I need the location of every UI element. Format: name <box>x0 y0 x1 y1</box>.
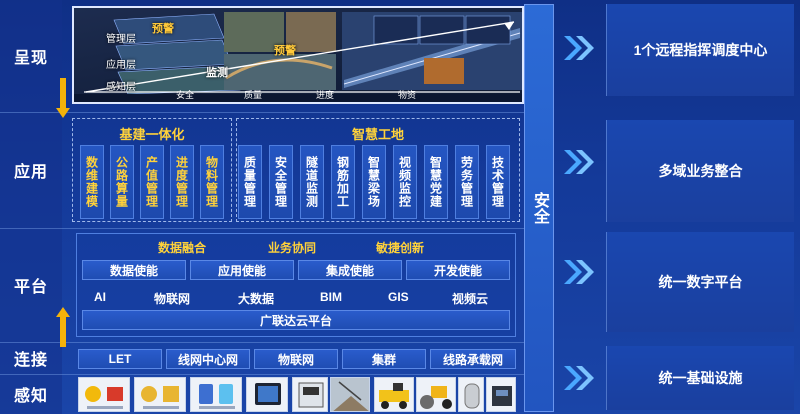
screen-side-label: 应用层 <box>106 60 136 71</box>
connect-box: 线网中心网 <box>166 349 250 369</box>
tech-item: BIM <box>320 290 342 304</box>
right-panel: 多域业务整合 <box>606 120 794 222</box>
cloud-platform-box: 广联达云平台 <box>82 310 510 330</box>
panel-device-icon <box>298 382 324 408</box>
group-title-smart-site: 智慧工地 <box>351 127 404 142</box>
screen-highlight: 预警 <box>274 45 296 57</box>
sensor-device-icon <box>85 386 123 409</box>
enabler-box: 数据使能 <box>82 260 186 280</box>
roller-icon <box>420 386 452 409</box>
tech-item: AI <box>94 290 106 304</box>
screen-tick: 质量 <box>244 90 263 100</box>
device-tile-roller <box>416 377 456 412</box>
app-card: 数维建模 <box>80 145 104 219</box>
device-tile-machine <box>486 377 516 412</box>
chevron-right-icon <box>564 36 594 60</box>
app-card: 进度管理 <box>170 145 194 219</box>
chevron-right-icon <box>564 150 594 174</box>
device-tile-pipe <box>458 377 484 412</box>
app-card: 物料管理 <box>200 145 224 219</box>
app-card: 劳务管理 <box>455 145 479 219</box>
platform-headline: 敏捷创新 <box>376 241 425 255</box>
divider <box>0 228 525 229</box>
connect-box: 线路承载网 <box>430 349 516 369</box>
tablet-device-icon <box>255 383 281 405</box>
app-card: 智慧党建 <box>424 145 448 219</box>
connect-box: 物联网 <box>254 349 338 369</box>
right-panel: 1个远程指挥调度中心 <box>606 4 794 96</box>
dashboard-screenshot: 管理层 应用层 感知层 预警 监测 预警 安全 质量 进度 物资 <box>72 6 524 104</box>
platform-headline: 数据融合 <box>158 241 207 255</box>
paver-icon <box>379 383 409 409</box>
device-tile-badge <box>190 377 242 412</box>
security-label: 安全 <box>531 192 548 224</box>
machine-icon <box>492 386 512 406</box>
chevron-right-icon <box>564 366 594 390</box>
app-card: 安全管理 <box>269 145 293 219</box>
security-bar: 安全 <box>524 4 554 412</box>
app-card: 智慧梁场 <box>362 145 386 219</box>
layer-label-sense: 感知 <box>0 374 62 414</box>
app-card: 视频监控 <box>393 145 417 219</box>
tech-item: 视频云 <box>452 292 489 306</box>
tech-item: 物联网 <box>154 292 191 306</box>
down-arrow-head <box>56 108 70 118</box>
chevron-right-icon <box>564 260 594 284</box>
device-tile-sensor <box>78 377 130 412</box>
group-title-integration: 基建一体化 <box>119 127 185 142</box>
layer-label-connect: 连接 <box>0 342 62 374</box>
layer-label-platform: 平台 <box>0 228 62 342</box>
enabler-box: 开发使能 <box>406 260 510 280</box>
screen-tick: 进度 <box>316 90 335 100</box>
screen-side-label: 感知层 <box>106 82 136 93</box>
app-card: 公路算量 <box>110 145 134 219</box>
up-arrow-head <box>56 307 70 317</box>
app-card: 产值管理 <box>140 145 164 219</box>
app-card: 质量管理 <box>238 145 262 219</box>
app-card: 钢筋加工 <box>331 145 355 219</box>
screen-highlight: 监测 <box>206 67 228 79</box>
device-tile-tablet <box>246 377 288 412</box>
layer-label-display: 呈现 <box>0 0 62 112</box>
pipe-icon <box>464 383 480 409</box>
device-tile-meter <box>134 377 186 412</box>
divider <box>0 112 525 113</box>
tech-item: 大数据 <box>238 292 275 306</box>
screen-tick: 物资 <box>398 90 417 100</box>
layer-label-application: 应用 <box>0 112 62 228</box>
screen-highlight: 预警 <box>152 23 174 35</box>
screen-tick: 安全 <box>176 90 195 100</box>
platform-headline: 业务协同 <box>268 241 317 255</box>
enabler-box: 应用使能 <box>190 260 294 280</box>
screen-side-label: 管理层 <box>106 34 136 45</box>
divider <box>0 374 525 375</box>
meter-device-icon <box>141 386 179 409</box>
down-arrow <box>60 78 66 110</box>
connect-box: LET <box>78 349 162 369</box>
badge-device-icon <box>199 384 235 409</box>
app-card: 技术管理 <box>486 145 510 219</box>
connect-box: 集群 <box>342 349 426 369</box>
dashboard-image <box>74 8 522 94</box>
tech-item: GIS <box>388 290 409 304</box>
app-card: 隧道监测 <box>300 145 324 219</box>
up-arrow <box>60 317 66 347</box>
right-panel: 统一基础设施 <box>606 346 794 410</box>
divider <box>0 342 525 343</box>
right-panel: 统一数字平台 <box>606 232 794 332</box>
device-tile-panel <box>292 377 328 412</box>
construction-site-icon <box>331 378 369 411</box>
device-tile-paver <box>374 377 414 412</box>
device-tile-site <box>330 377 370 412</box>
enabler-box: 集成使能 <box>298 260 402 280</box>
